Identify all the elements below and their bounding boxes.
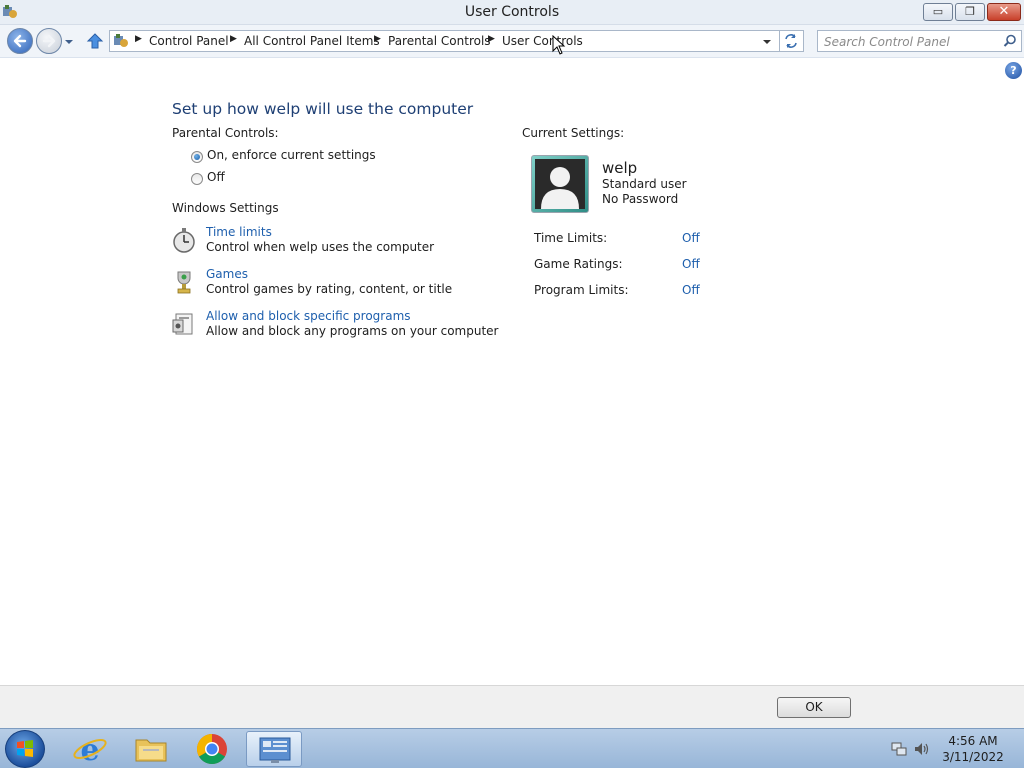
radio-off[interactable] [191,173,203,185]
window-title: User Controls [464,4,560,20]
chrome-icon [196,734,227,765]
navigation-bar: ▶ Control Panel ▶ All Control Panel Item… [0,25,1024,58]
games-description: Control games by rating, content, or tit… [206,282,453,296]
svg-text:e: e [80,733,99,767]
programs-icon [172,313,193,335]
breadcrumb-separator-icon[interactable]: ▶ [488,34,495,44]
close-icon: ✕ [998,4,1010,19]
time-limits-description: Control when welp uses the computer [206,240,435,254]
games-link[interactable]: Games [206,267,248,281]
network-icon[interactable] [891,741,907,757]
search-icon[interactable] [1003,34,1017,48]
trophy-icon [177,271,191,294]
current-settings-label: Current Settings: [522,126,625,140]
search-input[interactable] [824,34,999,49]
back-button[interactable] [7,28,33,54]
maximize-button[interactable]: ❐ [955,3,985,21]
radio-off-label[interactable]: Off [207,170,225,184]
command-bar: OK [0,685,1024,728]
start-button[interactable] [5,730,45,768]
taskbar-internet-explorer[interactable]: e [62,731,118,768]
control-panel-icon [114,34,128,47]
recent-pages-chevron-down-icon[interactable] [64,37,74,47]
program-limits-status-label: Program Limits: [534,283,629,297]
breadcrumb-user-controls[interactable]: User Controls [502,34,583,48]
title-bar: User Controls ▭ ❐ ✕ [0,0,1024,25]
parental-controls-label: Parental Controls: [172,126,279,140]
username: welp [602,159,638,177]
clock-date[interactable]: 3/11/2022 [938,750,1008,764]
radio-on-enforce[interactable] [191,151,203,163]
forward-button[interactable] [36,28,62,54]
breadcrumb-parental-controls[interactable]: Parental Controls [388,34,491,48]
time-limits-status-label: Time Limits: [534,231,608,245]
allow-block-programs-description: Allow and block any programs on your com… [206,324,499,338]
windows-logo-icon [17,740,33,757]
time-limits-link[interactable]: Time limits [206,225,272,239]
breadcrumb-separator-icon[interactable]: ▶ [135,34,142,44]
radio-on-enforce-label[interactable]: On, enforce current settings [207,148,376,162]
windows-settings-label: Windows Settings [172,201,279,215]
ok-button[interactable]: OK [777,697,851,718]
address-bar[interactable]: ▶ Control Panel ▶ All Control Panel Item… [109,30,780,52]
forward-arrow-icon [42,34,56,48]
time-limits-status-value: Off [682,231,700,245]
taskbar: e 4:56 AM 3/11/2022 [0,728,1024,768]
refresh-icon [785,34,797,48]
search-box[interactable] [817,30,1022,52]
password-status: No Password [602,192,679,206]
taskbar-file-explorer[interactable] [123,731,179,767]
back-arrow-icon [13,34,27,48]
help-button[interactable]: ? [1005,62,1022,79]
restore-icon: ❐ [965,5,975,18]
volume-icon[interactable] [913,741,929,757]
page-title: Set up how welp will use the computer [172,100,474,118]
allow-block-programs-link[interactable]: Allow and block specific programs [206,309,411,323]
game-ratings-status-label: Game Ratings: [534,257,623,271]
program-limits-status-value: Off [682,283,700,297]
address-chevron-down-icon[interactable] [762,38,772,46]
refresh-button[interactable] [780,30,804,52]
breadcrumb-all-control-panel-items[interactable]: All Control Panel Items [244,34,380,48]
clock-time[interactable]: 4:56 AM [938,734,1008,748]
breadcrumb-control-panel[interactable]: Control Panel [149,34,229,48]
breadcrumb-separator-icon[interactable]: ▶ [374,34,381,44]
control-panel-taskbar-icon [259,737,291,763]
close-button[interactable]: ✕ [987,3,1021,21]
avatar [531,155,589,213]
account-type: Standard user [602,177,687,191]
game-ratings-status-value: Off [682,257,700,271]
internet-explorer-icon: e [73,733,107,768]
minimize-button[interactable]: ▭ [923,3,953,21]
up-arrow-icon[interactable] [86,32,104,50]
taskbar-control-panel[interactable] [246,731,302,767]
mouse-cursor-icon [552,35,566,55]
file-explorer-icon [135,739,167,762]
minimize-icon: ▭ [932,5,944,18]
taskbar-chrome[interactable] [184,731,240,767]
stopwatch-icon [173,228,195,253]
user-silhouette-icon [535,159,585,209]
breadcrumb-separator-icon[interactable]: ▶ [230,34,237,44]
